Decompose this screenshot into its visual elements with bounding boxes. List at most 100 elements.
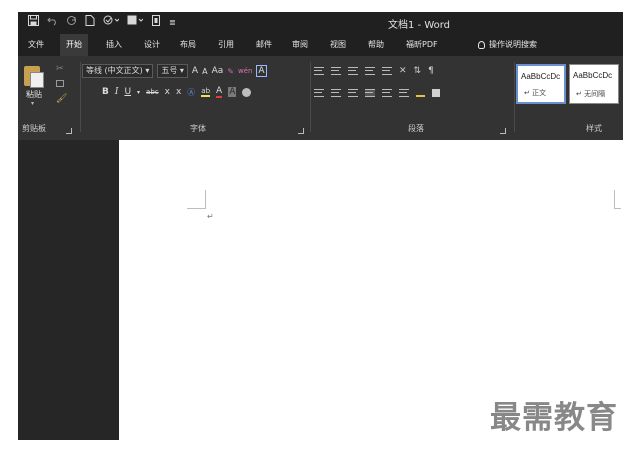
- tell-me-label: 操作说明搜索: [489, 40, 537, 49]
- borders-icon[interactable]: [432, 88, 440, 97]
- asian-layout-icon[interactable]: ✕: [399, 66, 407, 76]
- align-left-icon[interactable]: [314, 88, 324, 97]
- style-name: ↵ 正文: [524, 89, 547, 97]
- tab-references[interactable]: 引用: [218, 39, 234, 50]
- align-right-icon[interactable]: [348, 88, 358, 97]
- tab-foxit-pdf[interactable]: 福昕PDF: [406, 39, 438, 50]
- strikethrough-button[interactable]: abc: [146, 88, 159, 96]
- tab-file[interactable]: 文件: [28, 39, 44, 50]
- show-marks-icon[interactable]: ¶: [428, 66, 434, 76]
- underline-button[interactable]: U: [124, 87, 131, 97]
- change-case-button[interactable]: Aa: [212, 66, 224, 76]
- style-normal[interactable]: AaBbCcDc ↵ 正文: [516, 64, 566, 104]
- numbering-icon[interactable]: [331, 67, 341, 75]
- bold-button[interactable]: B: [102, 87, 109, 97]
- grow-font-button[interactable]: A: [192, 66, 198, 76]
- ribbon-tabs: 文件 开始 插入 设计 布局 引用 邮件 审阅 视图 帮助 福昕PDF 操作说明…: [18, 34, 623, 56]
- ribbon-home: 粘贴 ▾ ✂ 🖌 剪贴板 等线 (中文正文) ▾ 五号 ▾ A A Aa ✎ w…: [18, 56, 623, 140]
- increase-indent-icon[interactable]: [382, 67, 392, 75]
- styles-group-label: 样式: [586, 124, 602, 133]
- format-painter-brush-icon[interactable]: 🖌: [56, 94, 67, 104]
- quick-access-toolbar: ≣: [28, 15, 176, 31]
- tab-view[interactable]: 视图: [330, 39, 346, 50]
- group-divider: [80, 62, 81, 132]
- save-icon[interactable]: [28, 15, 39, 31]
- styles-group: AaBbCcDc ↵ 正文 AaBbCcDc ↵ 无间隔 样式: [516, 56, 623, 140]
- clear-formatting-icon[interactable]: ✎: [227, 67, 234, 76]
- style-preview: AaBbCcDc: [521, 72, 561, 81]
- highlight-button[interactable]: ab: [201, 87, 211, 97]
- tab-help[interactable]: 帮助: [368, 39, 384, 50]
- font-size-value: 五号: [161, 66, 178, 75]
- font-launcher-icon[interactable]: [298, 128, 304, 134]
- paragraph-group: ✕ ⇅ ¶ 段落: [314, 56, 512, 140]
- distributed-icon[interactable]: [382, 88, 392, 97]
- paste-icon[interactable]: [24, 66, 44, 88]
- paste-button[interactable]: 粘贴: [26, 89, 42, 100]
- font-color-button[interactable]: A: [216, 86, 223, 98]
- shading-icon[interactable]: [416, 88, 425, 97]
- decrease-indent-icon[interactable]: [365, 67, 375, 75]
- phonetic-guide-button[interactable]: wén: [238, 67, 252, 75]
- align-center-icon[interactable]: [331, 88, 341, 97]
- new-document-icon[interactable]: [85, 15, 95, 31]
- word-window: ≣ 文档1 - Word 文件 开始 插入 设计 布局 引用 邮件 审阅 视图 …: [18, 12, 623, 440]
- tab-insert[interactable]: 插入: [106, 39, 122, 50]
- paragraph-row-1: ✕ ⇅ ¶: [314, 66, 434, 76]
- paste-dropdown-icon[interactable]: ▾: [31, 100, 34, 107]
- style-preview: AaBbCcDc: [573, 71, 613, 80]
- group-divider: [310, 62, 311, 132]
- italic-button[interactable]: I: [115, 87, 119, 97]
- sort-icon[interactable]: ⇅: [414, 66, 422, 76]
- bullets-icon[interactable]: [314, 67, 324, 75]
- table-icon[interactable]: [127, 15, 144, 31]
- clipboard-launcher-icon[interactable]: [66, 128, 72, 134]
- lightbulb-icon: [478, 40, 485, 49]
- tell-me-search[interactable]: 操作说明搜索: [478, 39, 537, 50]
- paragraph-mark: ↵: [207, 212, 214, 221]
- group-divider: [514, 62, 515, 132]
- superscript-button[interactable]: x: [176, 87, 181, 97]
- enclose-characters-icon[interactable]: [242, 87, 252, 97]
- clipboard-group: 粘贴 ▾ ✂ 🖌 剪贴板: [18, 56, 78, 140]
- cut-icon[interactable]: ✂: [56, 64, 64, 74]
- paragraph-row-2: [314, 88, 440, 97]
- tab-layout[interactable]: 布局: [180, 39, 196, 50]
- document-icon[interactable]: [151, 15, 161, 31]
- title-bar: ≣ 文档1 - Word: [18, 12, 623, 34]
- tab-review[interactable]: 审阅: [292, 39, 308, 50]
- clipboard-group-label: 剪贴板: [22, 124, 46, 133]
- character-shading-button[interactable]: A: [228, 87, 237, 97]
- margin-mark-top-left: [187, 190, 206, 209]
- tab-home[interactable]: 开始: [60, 34, 88, 56]
- redo-icon[interactable]: [66, 15, 77, 31]
- customize-toolbar-icon[interactable]: ≣: [169, 15, 176, 31]
- window-title: 文档1 - Word: [388, 20, 451, 31]
- character-border-button[interactable]: A: [256, 65, 267, 77]
- line-spacing-icon[interactable]: [399, 88, 409, 97]
- paragraph-launcher-icon[interactable]: [500, 128, 506, 134]
- copy-icon[interactable]: [56, 80, 64, 87]
- justify-icon[interactable]: [365, 88, 375, 97]
- text-effects-icon[interactable]: Ⓐ: [187, 87, 195, 98]
- style-no-spacing[interactable]: AaBbCcDc ↵ 无间隔: [569, 64, 619, 104]
- shrink-font-button[interactable]: A: [202, 67, 207, 76]
- undo-icon[interactable]: [47, 15, 58, 31]
- font-group-label: 字体: [190, 124, 206, 133]
- subscript-button[interactable]: x: [165, 87, 170, 97]
- underline-dropdown-icon[interactable]: ▾: [137, 89, 140, 96]
- font-name-value: 等线 (中文正文): [86, 66, 143, 75]
- font-row-1: 等线 (中文正文) ▾ 五号 ▾ A A Aa ✎ wén A: [82, 64, 267, 78]
- font-group: 等线 (中文正文) ▾ 五号 ▾ A A Aa ✎ wén A B I U ▾ …: [82, 56, 308, 140]
- format-painter-icon[interactable]: [103, 15, 120, 31]
- margin-mark-top-right: [614, 190, 621, 209]
- font-size-combo[interactable]: 五号 ▾: [157, 64, 188, 78]
- tab-mailings[interactable]: 邮件: [256, 39, 272, 50]
- watermark-text: 最需教育: [490, 400, 618, 436]
- font-name-combo[interactable]: 等线 (中文正文) ▾: [82, 64, 154, 78]
- multilevel-list-icon[interactable]: [348, 67, 358, 75]
- tab-design[interactable]: 设计: [144, 39, 160, 50]
- paragraph-group-label: 段落: [408, 124, 424, 133]
- font-row-2: B I U ▾ abc x x Ⓐ ab A A: [102, 86, 252, 98]
- style-name: ↵ 无间隔: [576, 90, 606, 98]
